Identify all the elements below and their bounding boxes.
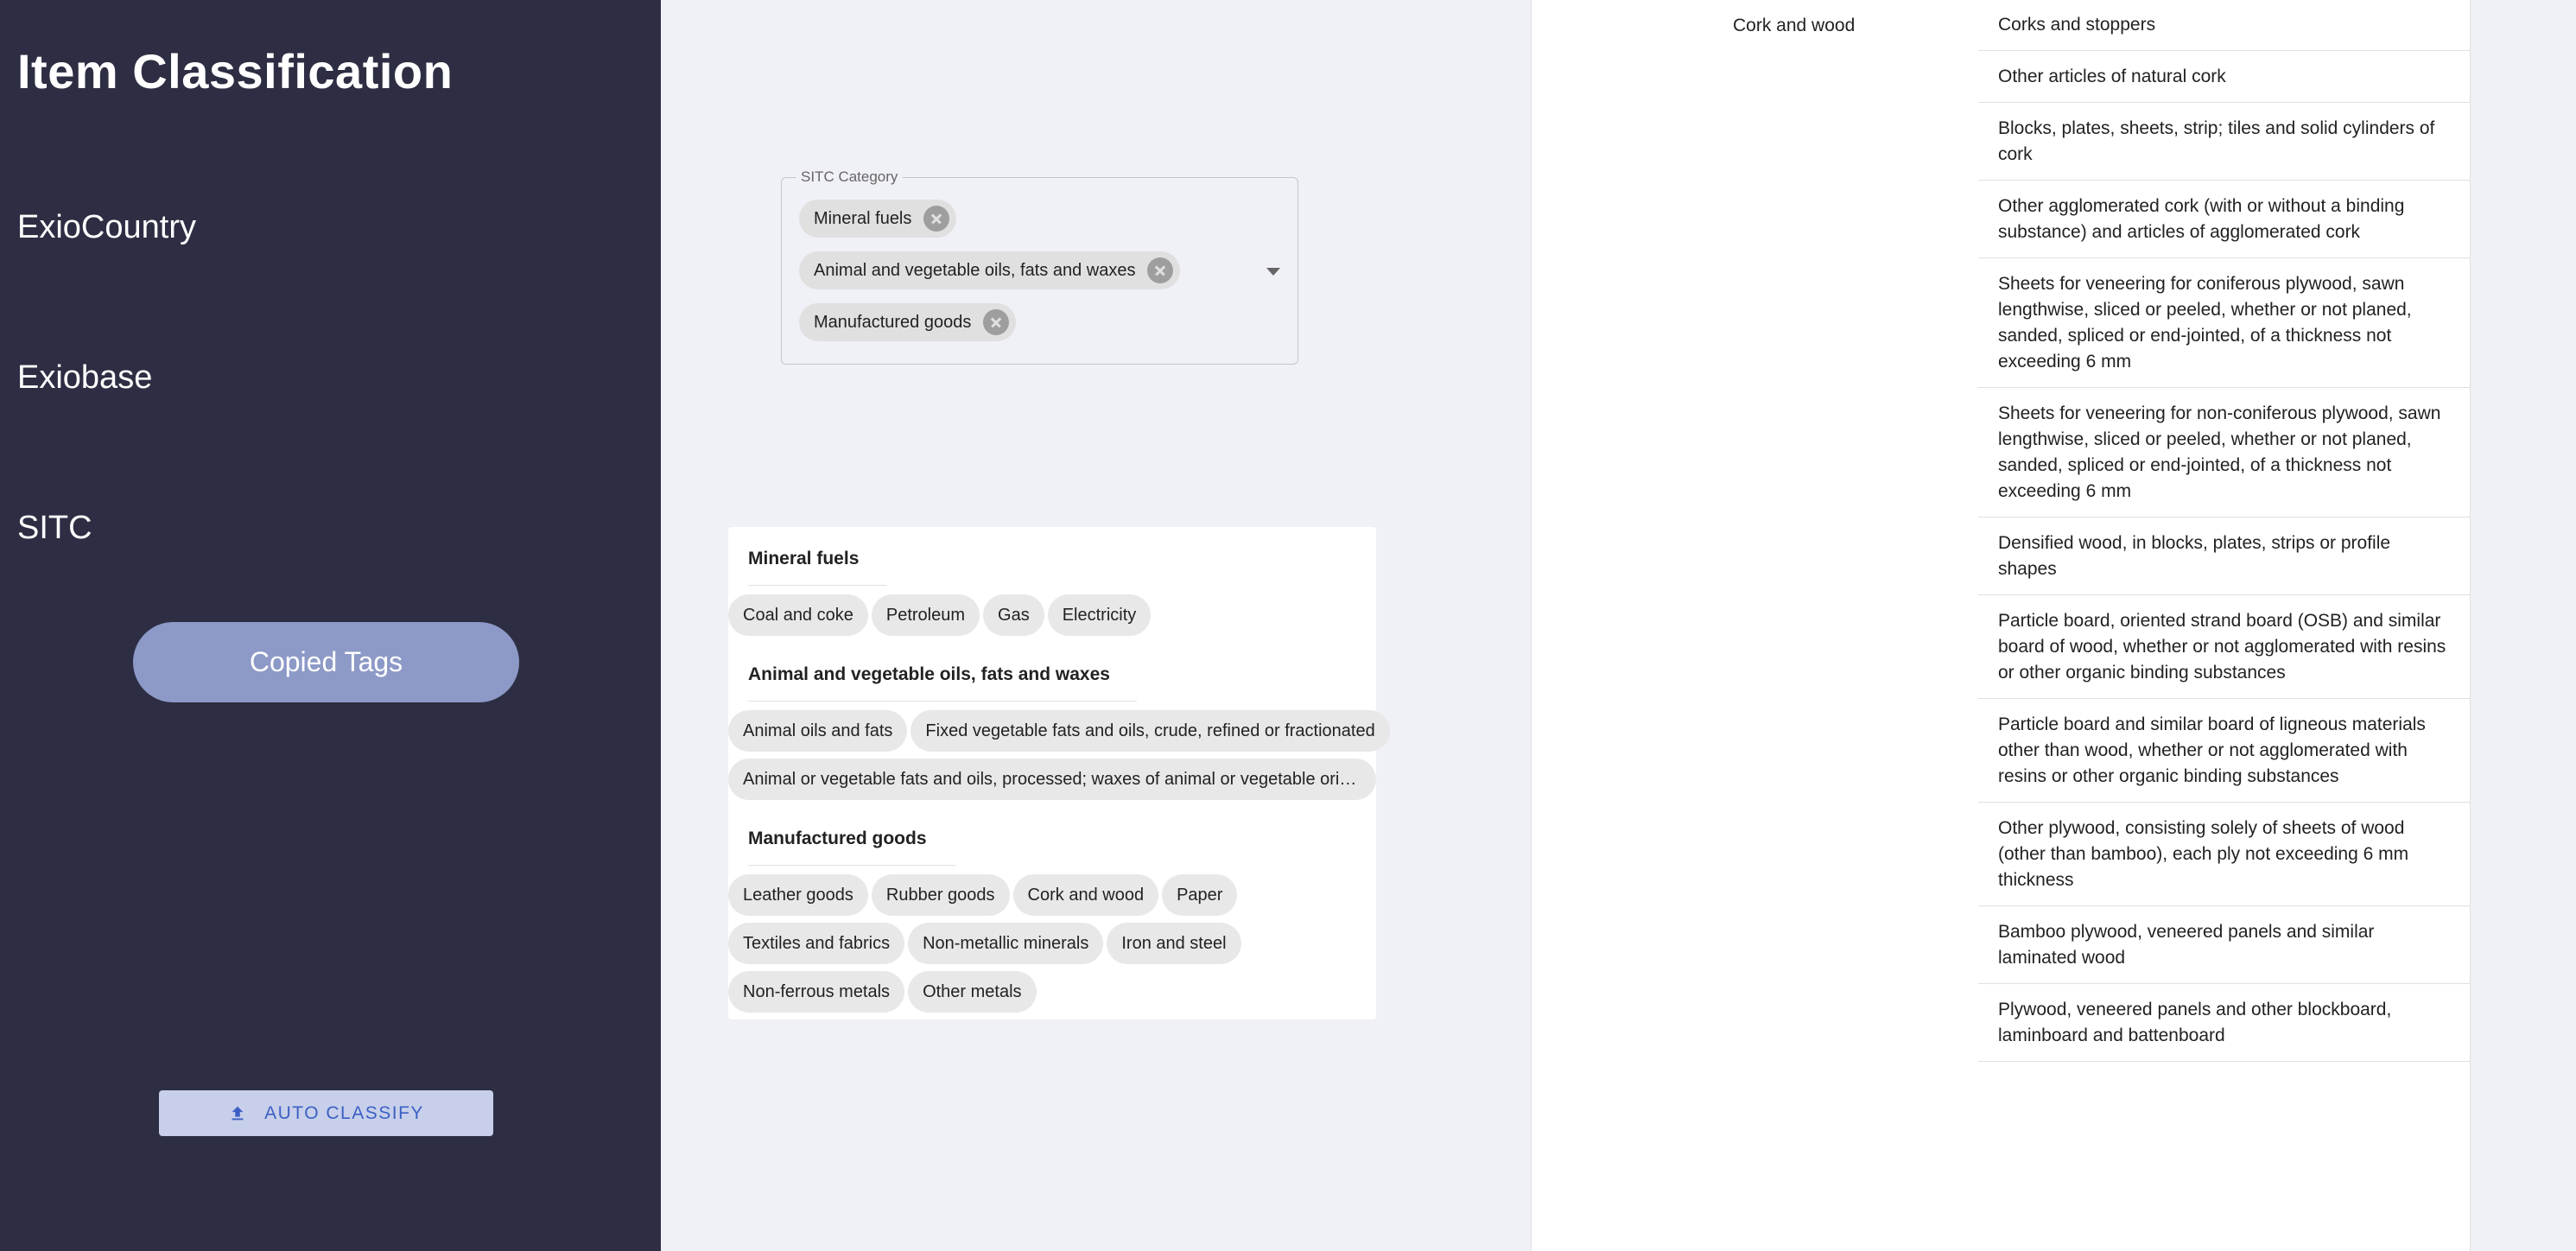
tag-cork-and-wood[interactable]: Cork and wood	[1012, 874, 1159, 916]
tag-row: Animal oils and fats Fixed vegetable fat…	[728, 710, 1390, 752]
tag-group-mineral-fuels: Mineral fuels Coal and coke Petroleum Ga…	[728, 527, 1376, 636]
list-item[interactable]: Other plywood, consisting solely of shee…	[1978, 803, 2471, 906]
chip-label: Animal and vegetable oils, fats and waxe…	[814, 260, 1136, 280]
tag-row: Coal and coke Petroleum Gas Electricity	[728, 594, 1376, 636]
tag-row: Textiles and fabrics Non-metallic minera…	[728, 923, 1376, 964]
tag-row: Leather goods Rubber goods Cork and wood…	[728, 874, 1376, 916]
group-title: Animal and vegetable oils, fats and waxe…	[728, 643, 1376, 710]
tag-fixed-vegetable-fats[interactable]: Fixed vegetable fats and oils, crude, re…	[910, 710, 1390, 752]
chip-label: Manufactured goods	[814, 312, 972, 332]
tag-rubber-goods[interactable]: Rubber goods	[871, 874, 1010, 916]
selected-chips: Mineral fuels Animal and vegetable oils,…	[799, 200, 1181, 341]
list-item[interactable]: Other agglomerated cork (with or without…	[1978, 181, 2471, 258]
remove-chip-icon[interactable]	[983, 309, 1010, 335]
list-item[interactable]: Particle board and similar board of lign…	[1978, 699, 2471, 803]
nav-item-exiobase[interactable]: Exiobase	[17, 359, 152, 397]
tag-electricity[interactable]: Electricity	[1047, 594, 1152, 636]
page-title: Item Classification	[17, 44, 454, 98]
chip-manufactured-goods: Manufactured goods	[799, 303, 1017, 341]
group-title: Manufactured goods	[728, 807, 1376, 874]
dropdown-arrow-icon[interactable]	[1266, 268, 1280, 276]
list-item[interactable]: Blocks, plates, sheets, strip; tiles and…	[1978, 103, 2471, 181]
tag-gas[interactable]: Gas	[983, 594, 1044, 636]
sidebar: Item Classification ExioCountry Exiobase…	[0, 0, 661, 1251]
list-item[interactable]: Plywood, veneered panels and other block…	[1978, 984, 2471, 1062]
upload-icon	[232, 1106, 244, 1120]
tag-petroleum[interactable]: Petroleum	[871, 594, 980, 636]
tag-row: Animal or vegetable fats and oils, proce…	[728, 759, 1376, 800]
nav-item-exiocountry[interactable]: ExioCountry	[17, 209, 196, 246]
detail-item-list: Corks and stoppers Other articles of nat…	[1978, 0, 2471, 1062]
tag-panel: Mineral fuels Coal and coke Petroleum Ga…	[728, 527, 1390, 1019]
auto-classify-button[interactable]: AUTO CLASSIFY	[159, 1090, 493, 1136]
list-item[interactable]: Particle board, oriented strand board (O…	[1978, 595, 2471, 699]
detail-category-name: Cork and wood	[1733, 16, 1856, 35]
nav-item-sitc[interactable]: SITC	[17, 510, 92, 547]
tag-animal-oils-and-fats[interactable]: Animal oils and fats	[728, 710, 908, 752]
tag-coal-and-coke[interactable]: Coal and coke	[728, 594, 868, 636]
tag-textiles-and-fabrics[interactable]: Textiles and fabrics	[728, 923, 905, 964]
list-item[interactable]: Corks and stoppers	[1978, 0, 2471, 51]
list-item[interactable]: Densified wood, in blocks, plates, strip…	[1978, 518, 2471, 595]
tag-paper[interactable]: Paper	[1162, 874, 1238, 916]
tag-row: Non-ferrous metals Other metals	[728, 971, 1376, 1013]
select-label: SITC Category	[796, 168, 904, 186]
chip-animal-vegetable-oils: Animal and vegetable oils, fats and waxe…	[799, 251, 1181, 289]
sitc-category-select[interactable]: SITC Category Mineral fuels Animal and v…	[781, 168, 1298, 365]
list-item[interactable]: Sheets for veneering for coniferous plyw…	[1978, 258, 2471, 388]
tag-iron-and-steel[interactable]: Iron and steel	[1107, 923, 1241, 964]
tag-non-metallic-minerals[interactable]: Non-metallic minerals	[908, 923, 1104, 964]
list-item[interactable]: Bamboo plywood, veneered panels and simi…	[1978, 906, 2471, 984]
group-title: Mineral fuels	[728, 527, 1376, 594]
list-item[interactable]: Sheets for veneering for non-coniferous …	[1978, 388, 2471, 518]
tag-group-manufactured-goods: Manufactured goods Leather goods Rubber …	[728, 807, 1376, 1013]
remove-chip-icon[interactable]	[923, 206, 950, 232]
copied-tags-button[interactable]: Copied Tags	[133, 622, 519, 702]
list-item[interactable]: Other articles of natural cork	[1978, 51, 2471, 103]
tag-processed-fats-waxes[interactable]: Animal or vegetable fats and oils, proce…	[728, 759, 1376, 800]
chip-label: Mineral fuels	[814, 208, 912, 228]
chip-mineral-fuels: Mineral fuels	[799, 200, 957, 238]
tag-non-ferrous-metals[interactable]: Non-ferrous metals	[728, 971, 905, 1013]
auto-classify-label: AUTO CLASSIFY	[264, 1102, 424, 1123]
tag-leather-goods[interactable]: Leather goods	[728, 874, 868, 916]
tag-other-metals[interactable]: Other metals	[908, 971, 1037, 1013]
tag-group-animal-vegetable-oils: Animal and vegetable oils, fats and waxe…	[728, 643, 1390, 800]
remove-chip-icon[interactable]	[1147, 257, 1174, 283]
